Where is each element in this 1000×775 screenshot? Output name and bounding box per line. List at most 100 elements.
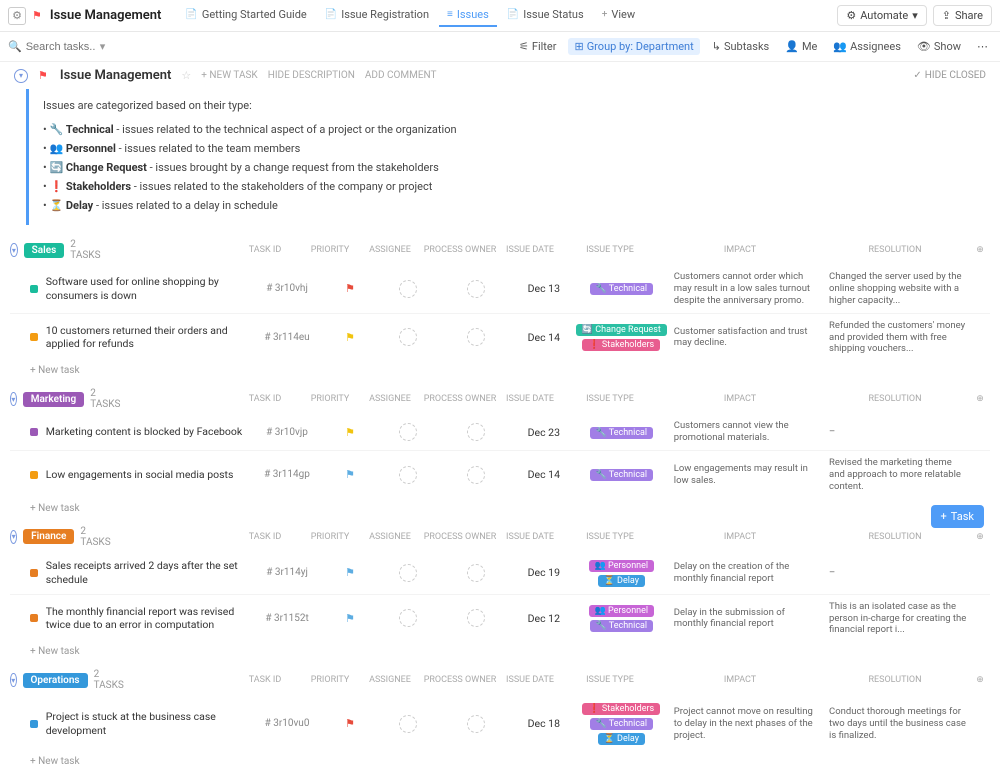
toggle-icon[interactable]: ▾ — [10, 243, 18, 257]
subtasks-button[interactable]: ↳ Subtasks — [708, 38, 774, 55]
task-id: # 3r114eu — [253, 332, 321, 343]
tab-issue-status[interactable]: 📄Issue Status — [499, 4, 592, 27]
priority-flag-icon[interactable]: ⚑ — [345, 468, 355, 481]
task-row[interactable]: The monthly financial report was revised… — [10, 594, 990, 643]
issue-date: Dec 19 — [515, 566, 573, 579]
star-icon[interactable]: ☆ — [181, 69, 191, 82]
new-task-row[interactable]: + New task — [10, 499, 990, 518]
priority-flag-icon[interactable]: ⚑ — [345, 331, 355, 344]
settings-icon[interactable]: ⚙ — [8, 7, 26, 25]
new-task-row[interactable]: + New task — [10, 642, 990, 661]
impact-text: Delay in the submission of monthly finan… — [670, 607, 825, 631]
new-task-button[interactable]: + NEW TASK — [201, 70, 257, 81]
assignee-avatar[interactable] — [399, 715, 417, 733]
owner-avatar[interactable] — [467, 564, 485, 582]
tab-icon: 📄 — [507, 9, 519, 20]
task-title: Marketing content is blocked by Facebook — [46, 425, 253, 439]
group-header[interactable]: ▾Sales2 TASKSTASK IDPRIORITYASSIGNEEPROC… — [10, 235, 990, 265]
priority-flag-icon[interactable]: ⚑ — [345, 717, 355, 730]
search-input[interactable]: 🔍 ▾ — [8, 40, 123, 53]
group-header[interactable]: ▾Finance2 TASKSTASK IDPRIORITYASSIGNEEPR… — [10, 522, 990, 552]
issue-type-tag: ❗ Stakeholders — [582, 339, 660, 351]
description-item: • 👥 Personnel - issues related to the te… — [43, 139, 960, 158]
owner-avatar[interactable] — [467, 423, 485, 441]
add-column-icon[interactable]: ⊕ — [970, 532, 990, 542]
tab-icon: 📄 — [325, 9, 337, 20]
task-row[interactable]: Project is stuck at the business case de… — [10, 695, 990, 752]
tab-issue-registration[interactable]: 📄Issue Registration — [317, 4, 437, 27]
hide-closed-button[interactable]: ✓ HIDE CLOSED — [913, 70, 986, 81]
issue-type-tag: 👥 Personnel — [589, 560, 655, 572]
impact-text: Customers cannot view the promotional ma… — [670, 420, 825, 444]
owner-avatar[interactable] — [467, 280, 485, 298]
issue-date: Dec 13 — [515, 282, 573, 295]
tab-issues[interactable]: ≡Issues — [439, 4, 497, 27]
issue-date: Dec 12 — [515, 612, 573, 625]
new-task-fab[interactable]: + Task — [931, 505, 984, 528]
group-header[interactable]: ▾Marketing2 TASKSTASK IDPRIORITYASSIGNEE… — [10, 384, 990, 414]
toggle-icon[interactable]: ▾ — [10, 530, 17, 544]
issue-type-tag: 🔧 Technical — [590, 283, 654, 295]
resolution-text: Refunded the customers' money and provid… — [825, 320, 971, 356]
task-count: 2 TASKS — [80, 526, 110, 548]
impact-text: Low engagements may result in low sales. — [670, 463, 825, 487]
priority-flag-icon[interactable]: ⚑ — [345, 612, 355, 625]
hide-description-button[interactable]: HIDE DESCRIPTION — [268, 70, 355, 81]
task-row[interactable]: Software used for online shopping by con… — [10, 265, 990, 313]
me-button[interactable]: 👤 Me — [781, 38, 821, 55]
list-title: Issue Management — [60, 68, 172, 83]
status-dot — [30, 614, 38, 622]
assignee-avatar[interactable] — [399, 564, 417, 582]
group-badge: Operations — [23, 673, 88, 688]
priority-flag-icon[interactable]: ⚑ — [345, 282, 355, 295]
tab-getting-started-guide[interactable]: 📄Getting Started Guide — [177, 4, 314, 27]
priority-flag-icon[interactable]: ⚑ — [345, 566, 355, 579]
issue-type-tag: ⏳ Delay — [598, 575, 645, 587]
resolution-text: Revised the marketing theme and approach… — [825, 457, 971, 493]
issue-type: 🔧 Technical — [573, 467, 670, 482]
toggle-icon[interactable]: ▾ — [10, 673, 17, 687]
filter-button[interactable]: ⚟ Filter — [515, 38, 560, 55]
group-badge: Marketing — [23, 392, 85, 407]
assignee-avatar[interactable] — [399, 280, 417, 298]
add-column-icon[interactable]: ⊕ — [970, 675, 990, 685]
task-row[interactable]: Low engagements in social media posts# 3… — [10, 450, 990, 499]
add-column-icon[interactable]: ⊕ — [970, 245, 990, 255]
owner-avatar[interactable] — [467, 715, 485, 733]
flag-icon: ⚑ — [38, 69, 48, 82]
resolution-text: Conduct thorough meetings for two days u… — [825, 706, 971, 742]
task-title: Sales receipts arrived 2 days after the … — [46, 559, 253, 586]
collapse-icon[interactable]: ▾ — [14, 69, 28, 83]
show-button[interactable]: 👁 Show — [913, 38, 965, 55]
more-icon[interactable]: ⋯ — [973, 38, 992, 55]
impact-text: Delay on the creation of the monthly fin… — [670, 561, 825, 585]
group-by-button[interactable]: ⊞ Group by: Department — [568, 38, 699, 55]
new-task-row[interactable]: + New task — [10, 752, 990, 771]
assignee-avatar[interactable] — [399, 328, 417, 346]
share-button[interactable]: ⇪ Share — [933, 5, 992, 26]
assignee-avatar[interactable] — [399, 609, 417, 627]
owner-avatar[interactable] — [467, 466, 485, 484]
status-dot — [30, 333, 38, 341]
group-header[interactable]: ▾Operations2 TASKSTASK IDPRIORITYASSIGNE… — [10, 665, 990, 695]
add-column-icon[interactable]: ⊕ — [970, 394, 990, 404]
task-row[interactable]: 10 customers returned their orders and a… — [10, 313, 990, 362]
add-comment-button[interactable]: ADD COMMENT — [365, 70, 437, 81]
new-task-row[interactable]: + New task — [10, 361, 990, 380]
task-row[interactable]: Sales receipts arrived 2 days after the … — [10, 552, 990, 594]
status-dot — [30, 428, 38, 436]
issue-type-tag: 🔧 Technical — [590, 620, 654, 632]
description-block: Issues are categorized based on their ty… — [26, 89, 974, 225]
assignees-button[interactable]: 👥 Assignees — [829, 38, 905, 55]
tab-view[interactable]: +View — [594, 4, 643, 27]
owner-avatar[interactable] — [467, 328, 485, 346]
issue-date: Dec 14 — [515, 331, 573, 344]
owner-avatar[interactable] — [467, 609, 485, 627]
assignee-avatar[interactable] — [399, 423, 417, 441]
automate-button[interactable]: ⚙ Automate ▾ — [837, 5, 926, 26]
issue-date: Dec 18 — [515, 717, 573, 730]
assignee-avatar[interactable] — [399, 466, 417, 484]
priority-flag-icon[interactable]: ⚑ — [345, 426, 355, 439]
task-row[interactable]: Marketing content is blocked by Facebook… — [10, 414, 990, 450]
toggle-icon[interactable]: ▾ — [10, 392, 17, 406]
